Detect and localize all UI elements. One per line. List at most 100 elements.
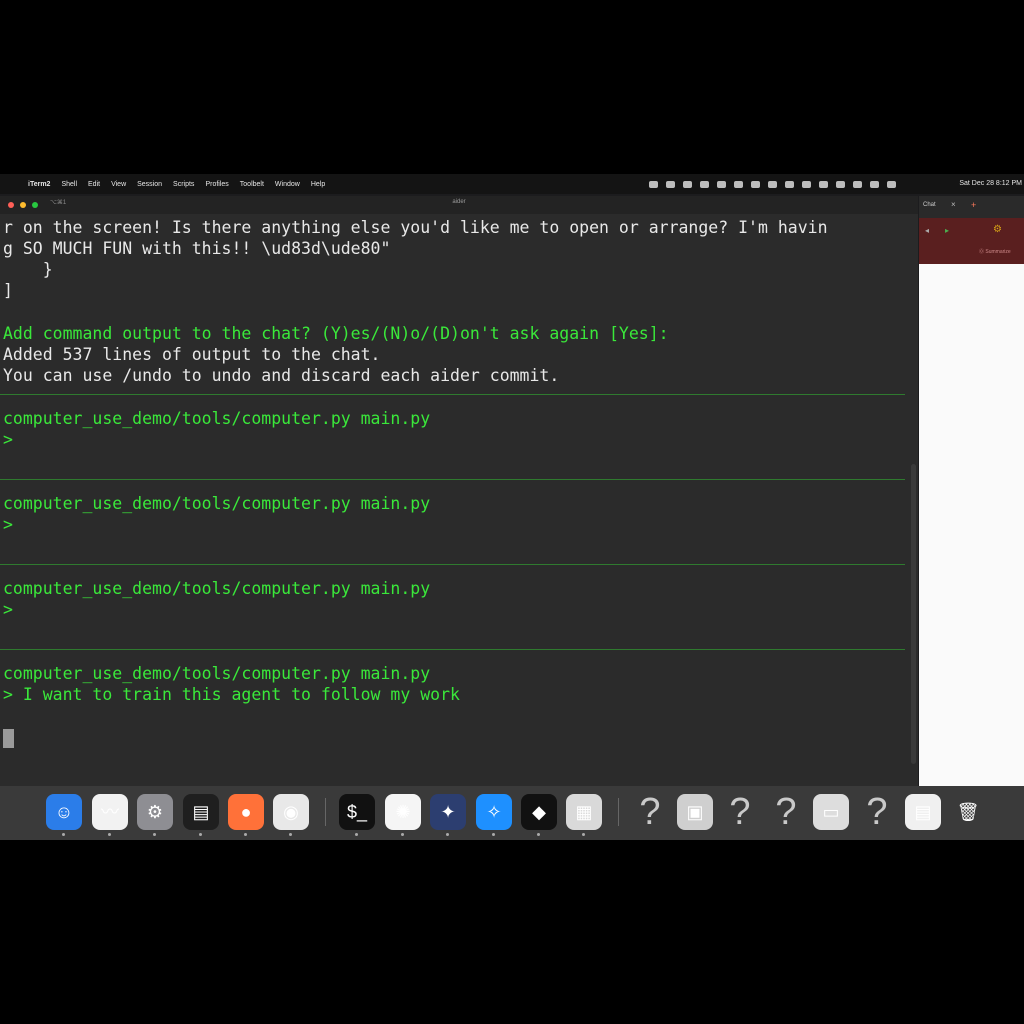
aider-files-line: computer_use_demo/tools/computer.py main… [3, 579, 431, 598]
menu-shell[interactable]: Shell [61, 181, 77, 188]
running-indicator [582, 833, 585, 836]
new-tab-icon[interactable]: + [971, 200, 976, 210]
window-thumbnail-icon[interactable]: ▭ [813, 794, 849, 830]
terminal-window-title: aider [452, 199, 466, 205]
cursor-app-icon[interactable]: ◆ [521, 794, 557, 830]
running-indicator [244, 833, 247, 836]
running-indicator [108, 833, 111, 836]
aider-input-line[interactable]: > I want to train this agent to follow m… [3, 684, 460, 705]
terminal-line: You can use /undo to undo and discard ea… [3, 366, 560, 385]
menu-app-iterm2[interactable]: iTerm2 [28, 181, 50, 188]
terminal-cursor [3, 729, 14, 748]
aider-files-line: computer_use_demo/tools/computer.py main… [3, 409, 431, 428]
running-indicator [289, 833, 292, 836]
status-icons [649, 174, 896, 194]
terminal-icon[interactable]: $_ [339, 794, 375, 830]
prompt-separator [0, 394, 905, 395]
prompt-separator [0, 479, 905, 480]
activity-monitor-icon[interactable]: ▤ [183, 794, 219, 830]
menu-scripts[interactable]: Scripts [173, 181, 194, 188]
preview-image-icon[interactable]: ▣ [677, 794, 713, 830]
trash-icon[interactable]: 🗑 [950, 794, 986, 830]
terminal-line: g SO MUCH FUN with this!! \ud83d\ude80" [3, 239, 391, 258]
terminal-output[interactable]: r on the screen! Is there anything else … [0, 214, 918, 786]
battery-icon[interactable] [836, 180, 845, 188]
macos-desktop: iTerm2 Shell Edit View Session Scripts P… [0, 174, 1024, 840]
aider-files-line: computer_use_demo/tools/computer.py main… [3, 494, 431, 513]
document-icon[interactable]: ▤ [905, 794, 941, 830]
aider-input-prompt: > [3, 600, 13, 619]
status-app-icon[interactable] [700, 180, 709, 188]
unknown-app-icon[interactable]: ? [632, 793, 668, 831]
status-app-icon[interactable] [785, 180, 794, 188]
close-tab-icon[interactable]: × [951, 200, 956, 209]
running-indicator [537, 833, 540, 836]
summarize-button[interactable]: ⓪ Summarize [979, 248, 1011, 255]
status-app-icon[interactable] [751, 180, 760, 188]
menu-session[interactable]: Session [137, 181, 162, 188]
menu-window[interactable]: Window [275, 181, 300, 188]
xcode-instruments-icon[interactable]: ✦ [430, 794, 466, 830]
chat-browser-window[interactable]: Chat × + ◂ ▸ ⚙ ⓪ Summarize [919, 196, 1024, 786]
status-record-icon[interactable] [649, 180, 658, 188]
menu-toolbelt[interactable]: Toolbelt [240, 181, 264, 188]
prompt-separator [0, 649, 905, 650]
terminal-line: ] [3, 281, 13, 300]
terminal-line: r on the screen! Is there anything else … [3, 218, 828, 237]
forward-icon[interactable]: ▸ [945, 226, 949, 235]
terminal-scrollbar[interactable] [911, 464, 916, 764]
chat-page-content[interactable] [919, 264, 1024, 786]
calculator-icon[interactable]: ▦ [566, 794, 602, 830]
back-icon[interactable]: ◂ [925, 226, 929, 235]
running-indicator [153, 833, 156, 836]
unknown-app-icon[interactable]: ? [859, 793, 895, 831]
wifi-icon[interactable] [853, 180, 862, 188]
aider-input-prompt: > [3, 515, 13, 534]
status-app-icon[interactable] [768, 180, 777, 188]
extension-icon[interactable]: ⚙ [993, 224, 1002, 235]
status-app-icon[interactable] [717, 180, 726, 188]
chat-tab[interactable]: Chat [923, 202, 936, 208]
status-app-icon[interactable] [802, 180, 811, 188]
running-indicator [355, 833, 358, 836]
terminal-line: Added 537 lines of output to the chat. [3, 345, 381, 364]
chat-toolbar: ◂ ▸ ⚙ ⓪ Summarize [919, 218, 1024, 264]
prompt-separator [0, 564, 905, 565]
running-indicator [492, 833, 495, 836]
terminal-line: } [3, 260, 53, 279]
dock-separator [325, 798, 326, 826]
dock-separator [618, 798, 619, 826]
menu-bar-clock[interactable]: Sat Dec 28 8:12 PM [959, 174, 1022, 194]
dock: ☺ 〰 ⚙ ▤ ● ◉ $_ ✺ ✦ ✧ ◆ ▦? ▣?? ▭? ▤ 🗑 [0, 786, 1024, 840]
firefox-icon[interactable]: ● [228, 794, 264, 830]
menu-view[interactable]: View [111, 181, 126, 188]
running-indicator [199, 833, 202, 836]
unknown-app-icon[interactable]: ? [722, 793, 758, 831]
search-icon[interactable] [870, 180, 879, 188]
status-app-icon[interactable] [819, 180, 828, 188]
unknown-app-icon[interactable]: ? [768, 793, 804, 831]
running-indicator [401, 833, 404, 836]
safari-icon[interactable]: ✧ [476, 794, 512, 830]
chrome-icon[interactable]: ◉ [273, 794, 309, 830]
menu-bar: iTerm2 Shell Edit View Session Scripts P… [0, 174, 1024, 194]
status-app-icon[interactable] [666, 180, 675, 188]
system-settings-icon[interactable]: ⚙ [137, 794, 173, 830]
running-indicator [62, 833, 65, 836]
aider-input-prompt: > [3, 430, 13, 449]
chat-tab-bar: Chat × + [919, 196, 1024, 218]
terminal-titlebar[interactable]: ⌥⌘1 aider [0, 196, 918, 214]
freeform-icon[interactable]: 〰 [92, 794, 128, 830]
status-app-icon[interactable] [683, 180, 692, 188]
finder-icon[interactable]: ☺ [46, 794, 82, 830]
aider-prompt-line: Add command output to the chat? (Y)es/(N… [3, 324, 669, 343]
status-app-icon[interactable] [734, 180, 743, 188]
menu-profiles[interactable]: Profiles [205, 181, 228, 188]
menu-edit[interactable]: Edit [88, 181, 100, 188]
running-indicator [446, 833, 449, 836]
menu-help[interactable]: Help [311, 181, 325, 188]
aider-files-line: computer_use_demo/tools/computer.py main… [3, 664, 431, 683]
iterm-window[interactable]: ⌥⌘1 aider r on the screen! Is there anyt… [0, 196, 918, 786]
control-center-icon[interactable] [887, 180, 896, 188]
chatgpt-icon[interactable]: ✺ [385, 794, 421, 830]
